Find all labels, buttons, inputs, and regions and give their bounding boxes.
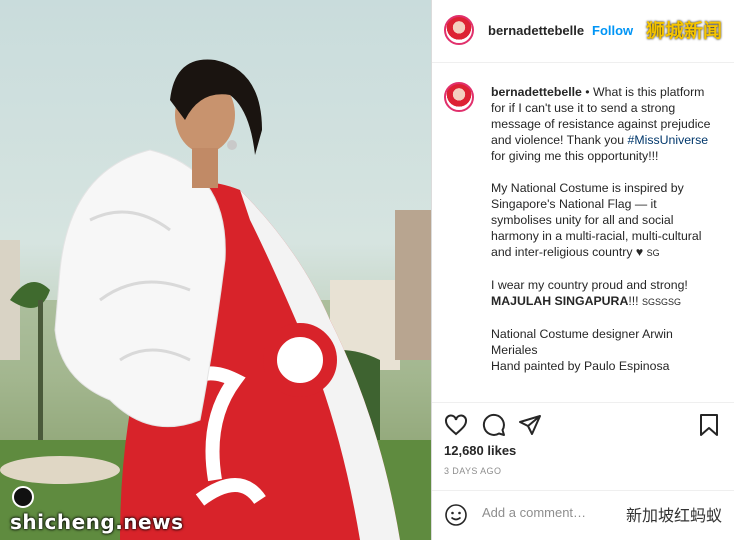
caption-avatar[interactable] bbox=[444, 82, 474, 112]
username-link[interactable]: bernadettebelle bbox=[488, 23, 584, 38]
caption-text: bernadettebelle • What is this platform … bbox=[491, 84, 717, 390]
watermark-shicheng: shicheng.news bbox=[10, 510, 184, 534]
hashtag-link[interactable]: #MissUniverse bbox=[628, 133, 709, 147]
caption-area: bernadettebelle • What is this platform … bbox=[444, 80, 724, 398]
model-photo bbox=[0, 59, 431, 540]
heart-icon[interactable] bbox=[444, 413, 468, 437]
action-bar bbox=[432, 402, 734, 436]
flag-sg: SG bbox=[646, 248, 660, 258]
avatar[interactable] bbox=[444, 15, 474, 45]
comment-icon[interactable] bbox=[482, 413, 506, 437]
watermark-hongmayi: 新加坡红蚂蚁 bbox=[622, 501, 725, 527]
post-side-panel: bernadettebelle Follow 狮城新闻 bernadettebe… bbox=[431, 0, 734, 540]
comment-bar: Add a comment… 新加坡红蚂蚁 bbox=[432, 490, 734, 541]
watermark-shicheng-xinwen: 狮城新闻 bbox=[645, 20, 722, 42]
post-image[interactable]: shicheng.news bbox=[0, 0, 431, 540]
flags-sg: SGSGSG bbox=[642, 297, 682, 307]
caption-text-3: I wear my country proud and strong! bbox=[491, 278, 688, 292]
post-header: bernadettebelle Follow 狮城新闻 bbox=[432, 0, 734, 63]
timestamp[interactable]: 3 DAYS AGO bbox=[444, 466, 501, 476]
follow-button[interactable]: Follow bbox=[592, 23, 633, 38]
bookmark-icon[interactable] bbox=[697, 413, 721, 437]
caption-majulah: MAJULAH SINGAPURA bbox=[491, 294, 629, 308]
caption-text-2: My National Costume is inspired by Singa… bbox=[491, 181, 702, 259]
caption-text-4: National Costume designer Arwin Meriales… bbox=[491, 327, 673, 373]
watermark-logo-icon bbox=[12, 486, 34, 508]
caption-username[interactable]: bernadettebelle bbox=[491, 85, 582, 99]
caption-text-3b: !!! bbox=[628, 294, 642, 308]
caption-text-1b: for giving me this opportunity!!! bbox=[491, 149, 659, 163]
likes-count[interactable]: 12,680 likes bbox=[444, 443, 516, 458]
smiley-icon[interactable] bbox=[444, 503, 468, 527]
comment-input[interactable]: Add a comment… bbox=[482, 505, 586, 520]
paper-plane-icon[interactable] bbox=[518, 413, 542, 437]
